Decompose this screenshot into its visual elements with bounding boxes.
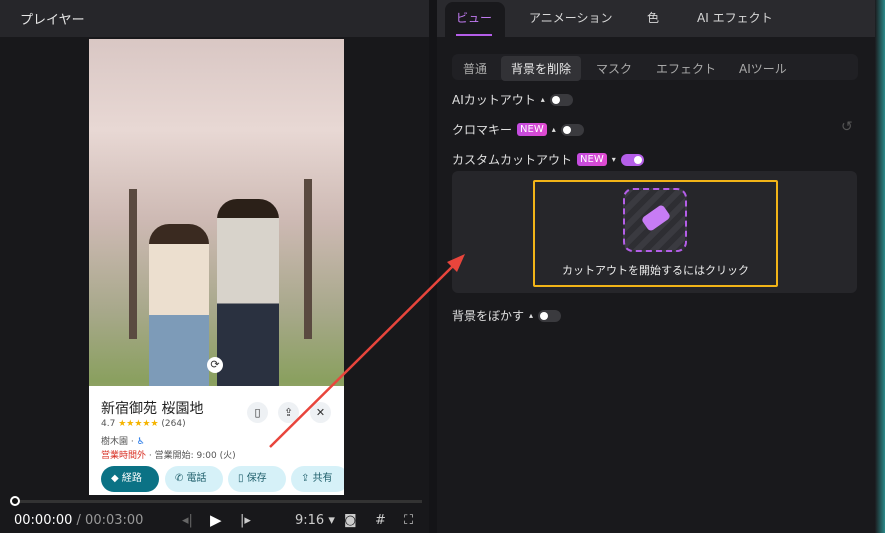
annotation-arrow (269, 254, 465, 448)
